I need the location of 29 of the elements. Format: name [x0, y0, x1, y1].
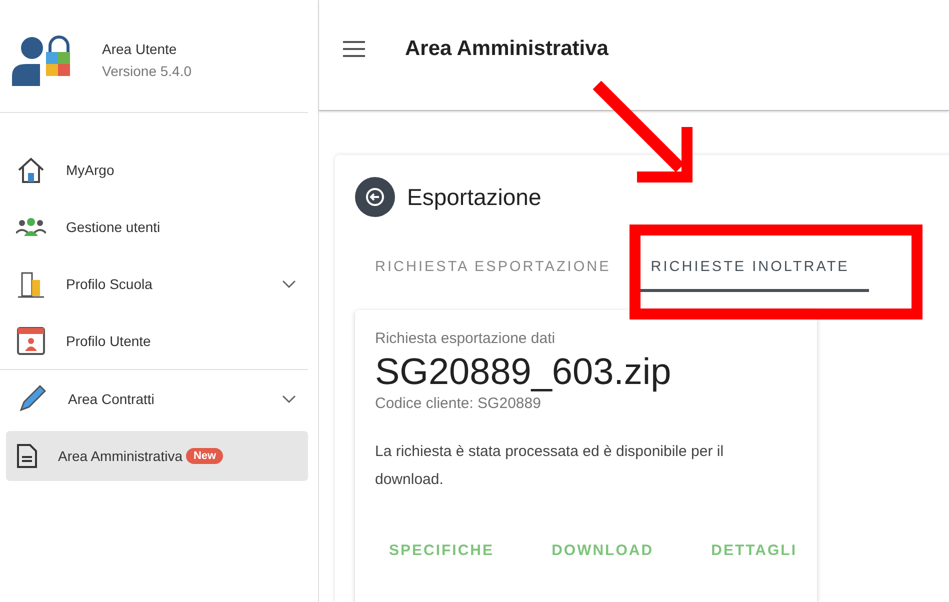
file-name: SG20889_603.zip — [375, 351, 672, 393]
profile-card-icon — [16, 326, 46, 356]
tab[interactable]: RICHIESTE INOLTRATE — [630, 247, 870, 292]
app-title: Area Utente — [102, 41, 178, 57]
back-button-icon[interactable] — [355, 177, 395, 217]
sidebar-item[interactable]: Area Amministrativa New — [6, 431, 308, 481]
sidebar-item-label: Area Amministrativa — [58, 448, 182, 464]
client-code: Codice cliente: SG20889 — [375, 395, 542, 412]
sidebar-item-label: Gestione utenti — [66, 218, 160, 234]
sidebar-item[interactable]: Profilo Scuola — [0, 255, 308, 312]
document-icon — [16, 443, 38, 469]
building-icon — [16, 270, 46, 298]
sidebar-item-label: Profilo Scuola — [66, 276, 152, 292]
sidebar-item-label: MyArgo — [66, 162, 114, 178]
panel-title: Esportazione — [407, 184, 542, 210]
sidebar-item[interactable]: MyArgo — [0, 141, 308, 198]
page-title: Area Amministrativa — [405, 37, 608, 61]
request-type: Richiesta esportazione dati — [375, 330, 556, 347]
sidebar-item-label: Area Contratti — [68, 390, 154, 406]
sidebar-item-label: Profilo Utente — [66, 332, 151, 348]
sidebar-item[interactable]: Gestione utenti — [0, 198, 308, 255]
menu-button[interactable] — [343, 41, 365, 57]
tab[interactable]: RICHIESTA ESPORTAZIONE — [355, 247, 631, 292]
new-badge: New — [186, 448, 224, 464]
people-icon — [16, 216, 46, 236]
status-message: La richiesta è stata processata ed è disponibile per il download. — [375, 442, 725, 490]
sidebar-item[interactable]: Area Contratti — [0, 370, 308, 427]
version-label: Versione 5.4.0 — [102, 63, 192, 79]
sidebar-item[interactable]: Profilo Utente — [0, 312, 308, 369]
